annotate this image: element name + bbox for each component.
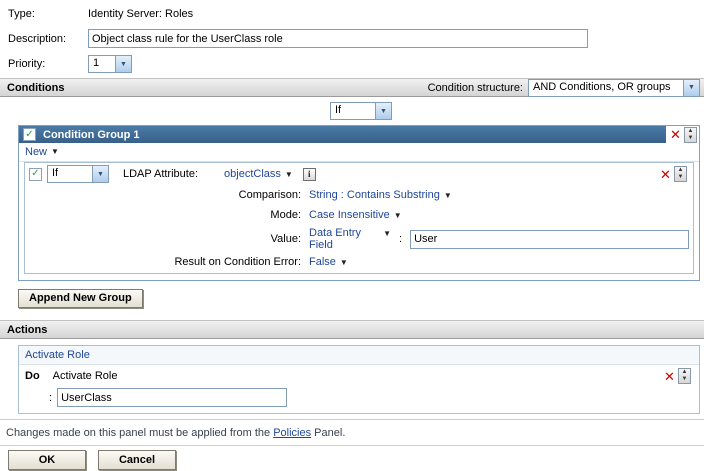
comparison-dropdown[interactable]: String : Contains Substring xyxy=(309,189,440,201)
cancel-button[interactable]: Cancel xyxy=(98,450,176,470)
action-controls: ✕ ▲ ▼ xyxy=(660,368,693,384)
move-down-icon[interactable]: ▼ xyxy=(682,376,688,383)
mode-dropdown[interactable]: Case Insensitive xyxy=(309,209,390,221)
condition-group-title-bar: ✓ Condition Group 1 xyxy=(19,126,666,143)
check-icon: ✓ xyxy=(25,130,33,140)
attribute-caret-icon: ▼ xyxy=(285,171,293,179)
type-label: Type: xyxy=(8,8,88,20)
condition-value-row: Value: Data Entry Field ▼ : xyxy=(25,225,693,253)
condition-structure-label: Condition structure: xyxy=(428,82,523,94)
condition-structure-select[interactable]: AND Conditions, OR groups ▼ xyxy=(528,79,700,97)
group-enabled-checkbox[interactable]: ✓ xyxy=(23,128,36,141)
value-separator: : xyxy=(399,233,402,245)
priority-row: Priority: 1 ▼ xyxy=(8,55,696,73)
role-name-input[interactable] xyxy=(57,388,287,407)
new-menu-row: New ▼ xyxy=(19,143,699,162)
value-source-caret-icon: ▼ xyxy=(383,230,391,238)
condition-enabled-checkbox[interactable]: ✓ xyxy=(29,168,42,181)
condition-controls: ✕ ▲ ▼ xyxy=(656,166,689,182)
footer-note: Changes made on this panel must be appli… xyxy=(0,419,704,445)
root-if-select[interactable]: If ▼ xyxy=(330,102,392,120)
condition-if-select[interactable]: If ▼ xyxy=(47,165,109,183)
action-name: Activate Role xyxy=(53,370,118,382)
priority-value: 1 xyxy=(89,56,115,72)
dropdown-arrow-icon: ▼ xyxy=(375,103,391,119)
condition-group-box: ✓ Condition Group 1 ✕ ▲ ▼ New ▼ ✓ If ▼ xyxy=(18,125,700,281)
action-value-separator: : xyxy=(49,392,52,404)
action-value-row: : xyxy=(19,387,699,413)
result-caret-icon: ▼ xyxy=(340,259,348,267)
comparison-caret-icon: ▼ xyxy=(444,192,452,200)
move-up-icon[interactable]: ▲ xyxy=(688,128,694,135)
new-menu-caret-icon: ▼ xyxy=(51,148,59,156)
condition-value-input[interactable] xyxy=(410,230,689,249)
dropdown-arrow-icon: ▼ xyxy=(683,80,699,96)
mode-caret-icon: ▼ xyxy=(394,212,402,220)
conditions-title: Conditions xyxy=(7,82,64,94)
action-box: Activate Role Do Activate Role ✕ ▲ ▼ : xyxy=(18,345,700,414)
mode-label: Mode: xyxy=(29,209,301,221)
description-label: Description: xyxy=(8,33,88,45)
move-up-icon[interactable]: ▲ xyxy=(682,369,688,376)
activate-role-link[interactable]: Activate Role xyxy=(25,349,90,361)
description-input[interactable] xyxy=(88,29,588,48)
result-on-error-dropdown[interactable]: False xyxy=(309,256,336,268)
condition-attribute-row: ✓ If ▼ LDAP Attribute: objectClass ▼ i ✕… xyxy=(25,163,693,185)
move-action-spinner[interactable]: ▲ ▼ xyxy=(678,368,691,384)
condition-group-title: Condition Group 1 xyxy=(43,129,140,141)
condition-result-row: Result on Condition Error: False ▼ xyxy=(25,253,693,273)
type-row: Type: Identity Server: Roles xyxy=(8,8,696,20)
result-on-error-label: Result on Condition Error: xyxy=(29,256,301,268)
action-header-row: Activate Role xyxy=(19,346,699,365)
append-new-group-button[interactable]: Append New Group xyxy=(18,289,143,308)
move-down-icon[interactable]: ▼ xyxy=(688,135,694,142)
check-icon: ✓ xyxy=(31,169,39,179)
group-controls: ✕ ▲ ▼ xyxy=(666,126,699,143)
root-if-row: If ▼ xyxy=(0,97,704,124)
condition-mode-row: Mode: Case Insensitive ▼ xyxy=(25,205,693,225)
bottom-button-bar: OK Cancel xyxy=(0,445,704,471)
dropdown-arrow-icon: ▼ xyxy=(115,56,131,72)
condition-structure: Condition structure: AND Conditions, OR … xyxy=(428,79,700,97)
type-value: Identity Server: Roles xyxy=(88,8,193,20)
new-menu-button[interactable]: New xyxy=(25,146,47,158)
condition-if-value: If xyxy=(48,166,92,182)
actions-section-bar: Actions xyxy=(0,320,704,339)
action-do-row: Do Activate Role ✕ ▲ ▼ xyxy=(19,365,699,387)
delete-condition-icon[interactable]: ✕ xyxy=(658,168,673,181)
delete-group-icon[interactable]: ✕ xyxy=(668,128,683,141)
policy-rule-editor: Type: Identity Server: Roles Description… xyxy=(0,0,704,471)
ok-button[interactable]: OK xyxy=(8,450,86,470)
move-down-icon[interactable]: ▼ xyxy=(678,174,684,181)
priority-label: Priority: xyxy=(8,58,88,70)
dropdown-arrow-icon: ▼ xyxy=(92,166,108,182)
ldap-attribute-dropdown[interactable]: objectClass xyxy=(224,168,281,180)
policies-link[interactable]: Policies xyxy=(273,427,311,439)
ldap-attribute-label: LDAP Attribute: xyxy=(123,168,198,180)
note-suffix: Panel. xyxy=(311,427,345,439)
actions-title: Actions xyxy=(7,324,47,336)
condition-comparison-row: Comparison: String : Contains Substring … xyxy=(25,185,693,205)
root-if-value: If xyxy=(331,103,375,119)
move-group-spinner[interactable]: ▲ ▼ xyxy=(684,127,697,143)
value-label: Value: xyxy=(29,233,301,245)
comparison-label: Comparison: xyxy=(29,189,301,201)
delete-action-icon[interactable]: ✕ xyxy=(662,370,677,383)
conditions-section-bar: Conditions Condition structure: AND Cond… xyxy=(0,78,704,97)
condition-structure-value: AND Conditions, OR groups xyxy=(529,80,683,96)
note-prefix: Changes made on this panel must be appli… xyxy=(6,427,273,439)
condition-group-header: ✓ Condition Group 1 ✕ ▲ ▼ xyxy=(19,126,699,143)
move-condition-spinner[interactable]: ▲ ▼ xyxy=(674,166,687,182)
priority-select[interactable]: 1 ▼ xyxy=(88,55,132,73)
info-icon[interactable]: i xyxy=(303,168,316,181)
move-up-icon[interactable]: ▲ xyxy=(678,167,684,174)
do-label: Do xyxy=(25,370,40,382)
rule-properties: Type: Identity Server: Roles Description… xyxy=(0,0,704,73)
description-row: Description: xyxy=(8,29,696,48)
value-source-dropdown[interactable]: Data Entry Field xyxy=(309,227,379,251)
condition-box: ✓ If ▼ LDAP Attribute: objectClass ▼ i ✕… xyxy=(24,162,694,274)
